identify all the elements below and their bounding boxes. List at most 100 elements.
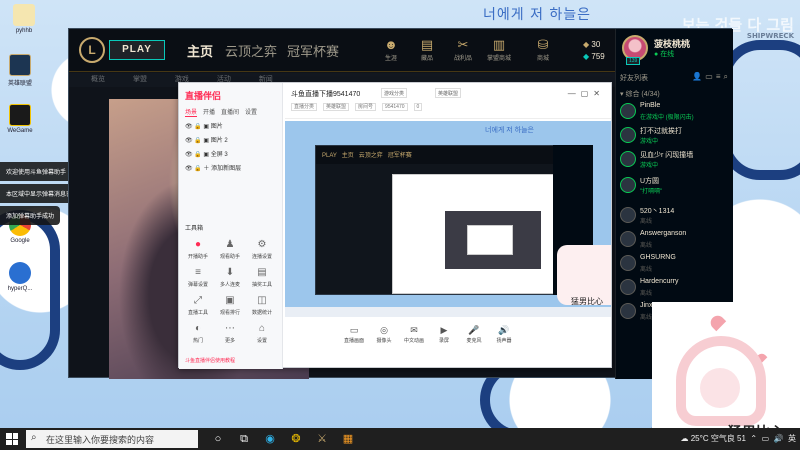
- friend-row[interactable]: U方圆 "打嗝嗝": [620, 175, 732, 198]
- viewer-icon: ♟: [225, 239, 235, 250]
- tool-button[interactable]: ◫ 数据统计: [247, 295, 277, 316]
- summoner-status[interactable]: ● 在线: [654, 49, 674, 59]
- subnav-item[interactable]: 概览: [91, 76, 105, 83]
- hot-icon: ◐: [194, 323, 202, 334]
- meta-item: 房间号: [355, 103, 377, 111]
- document-icon: ▤: [257, 267, 267, 278]
- collection-icon: ▤: [420, 37, 434, 52]
- friend-name: 见血少r 闪现撞墙: [640, 152, 694, 159]
- client-top-nav: L PLAY 主页 云顶之弈 冠军杯赛 ☻ 生涯 ▤ 藏品 ✂ 战利品 ▥ 掌盟商城 ⛁…: [69, 29, 615, 72]
- weather-icon[interactable]: ☁: [681, 434, 691, 443]
- friend-status: 离线: [640, 219, 653, 225]
- profile-button[interactable]: ☻ 生涯: [373, 37, 409, 62]
- add-friend-icon[interactable]: 👤: [692, 72, 705, 81]
- tool-button[interactable]: ♟ 观看助手: [215, 239, 245, 260]
- tool-button[interactable]: ⋯ 更多: [215, 323, 245, 344]
- tab-home[interactable]: 主页: [187, 41, 213, 60]
- maximize-icon[interactable]: ▢: [581, 89, 594, 98]
- play-button[interactable]: PLAY: [109, 40, 165, 60]
- tab-live[interactable]: 开播: [203, 110, 215, 116]
- scene-item[interactable]: 👁 🔒 ▣ 图片: [185, 121, 223, 130]
- edge-icon[interactable]: ◉: [262, 431, 278, 447]
- lol-logo[interactable]: L: [79, 37, 105, 63]
- stream-title[interactable]: 斗鱼直播下播9541470: [291, 89, 360, 99]
- ime-indicator[interactable]: 英: [788, 434, 796, 443]
- animation-button[interactable]: ✉ 中文动画: [401, 325, 427, 344]
- tool-button[interactable]: ◐ 热门: [183, 323, 213, 344]
- tab-room[interactable]: 直播间: [221, 110, 239, 116]
- friend-status: 离线: [640, 267, 653, 273]
- camera-button[interactable]: ◎ 摄像头: [371, 325, 397, 344]
- tool-label: 更多: [224, 338, 235, 344]
- tool-button[interactable]: ≡ 弹幕设置: [183, 267, 213, 288]
- friend-row[interactable]: PinBle 在游戏中 (极限闪击): [620, 101, 732, 124]
- tool-label: 直播工具: [187, 310, 208, 316]
- summoner-level: 139: [626, 57, 641, 65]
- record-button[interactable]: ▶ 录屏: [431, 325, 457, 344]
- streaming-taskbar-icon[interactable]: ▦: [340, 431, 356, 447]
- friend-row[interactable]: GHSURNG 离线: [620, 253, 732, 276]
- desktop-icon-wegame[interactable]: WeGame: [2, 104, 38, 134]
- taskbar-search-input[interactable]: ⌕ 在这里输入你要搜索的内容: [26, 430, 198, 448]
- tool-label: 观看助手: [219, 254, 240, 260]
- tool-button[interactable]: ▤ 抽奖工具: [247, 267, 277, 288]
- subnav-item[interactable]: 掌盟: [133, 76, 147, 83]
- wegame-taskbar-icon[interactable]: ❂: [288, 431, 304, 447]
- desktop-icon-hyper[interactable]: hyperQ...: [2, 262, 38, 292]
- avatar: [620, 103, 636, 119]
- store-button[interactable]: ▥ 掌盟商城: [481, 37, 517, 62]
- windows-start-icon[interactable]: [6, 433, 18, 445]
- friends-group-header[interactable]: ▾ 综合 (4/34): [620, 89, 660, 99]
- scene-item[interactable]: 👁 🔒 ▣ 全屏 3: [185, 149, 228, 158]
- nav-icon-label: 商城: [536, 56, 549, 62]
- tab-tft[interactable]: 云顶之弈: [225, 41, 277, 60]
- add-layer-button[interactable]: 👁 🔒 ＋ 添加新图层: [185, 163, 241, 172]
- stream-preview[interactable]: 너에게 저 하늘은 PLAY 主页 云顶之弈 冠军杯赛 猛男比心: [285, 121, 611, 307]
- sort-icon[interactable]: ≡: [716, 72, 724, 81]
- friend-row[interactable]: 520丶1314 离线: [620, 205, 732, 228]
- minimize-icon[interactable]: —: [568, 89, 581, 98]
- cortana-icon[interactable]: ○: [210, 431, 226, 447]
- desktop-icon-lol[interactable]: 英雄联盟: [2, 54, 38, 87]
- friend-status: 在游戏中 (极限闪击): [640, 115, 694, 121]
- friend-row[interactable]: Answerganson 离线: [620, 229, 732, 252]
- weather-text[interactable]: 25°C 空气良 51: [691, 434, 746, 443]
- friend-row[interactable]: 打不过就挨打 游戏中: [620, 125, 732, 148]
- tool-button[interactable]: ⌂ 设置: [247, 323, 277, 344]
- friend-row[interactable]: Hardencurry 离线: [620, 277, 732, 300]
- loot-button[interactable]: ✂ 战利品: [445, 37, 481, 62]
- microphone-button[interactable]: 🎤 麦克风: [461, 325, 487, 344]
- tray-chevron-icon[interactable]: ⌃: [750, 434, 757, 443]
- category-field[interactable]: 游戏分类: [381, 88, 408, 98]
- scene-item[interactable]: 👁 🔒 ▣ 图片 2: [185, 135, 228, 144]
- task-view-icon[interactable]: ⧉: [236, 431, 252, 447]
- speaker-button[interactable]: 🔊 扬声器: [491, 325, 517, 344]
- loot-icon: ✂: [457, 37, 469, 52]
- microphone-icon: 🎤: [468, 325, 480, 335]
- tab-clash[interactable]: 冠军杯赛: [287, 41, 339, 60]
- search-icon[interactable]: ⌕: [724, 72, 731, 81]
- tool-button[interactable]: ▣ 观看排行: [215, 295, 245, 316]
- volume-icon[interactable]: 🔊: [774, 434, 784, 443]
- tab-settings[interactable]: 设置: [245, 110, 257, 116]
- wegame-icon: [9, 104, 31, 126]
- friend-status: 离线: [640, 243, 653, 249]
- action-label: 录屏: [438, 338, 449, 344]
- tool-button[interactable]: ⚙ 连播设置: [247, 239, 277, 260]
- network-icon[interactable]: ▭: [762, 434, 770, 443]
- friend-name: Hardencurry: [640, 278, 679, 285]
- friend-row[interactable]: 见血少r 闪现撞墙 游戏中: [620, 149, 732, 172]
- desktop-icon-pyhhb[interactable]: pyhhb: [6, 4, 42, 34]
- tutorial-link[interactable]: 斗鱼直播伴侣使用教程: [185, 357, 235, 364]
- shop-button[interactable]: ⛁ 商城: [525, 37, 561, 62]
- league-taskbar-icon[interactable]: ⚔: [314, 431, 330, 447]
- close-icon[interactable]: ✕: [593, 89, 605, 98]
- collection-button[interactable]: ▤ 藏品: [409, 37, 445, 62]
- tool-button[interactable]: ⬇ 多人连麦: [215, 267, 245, 288]
- screen-source-button[interactable]: ▭ 直播画面: [341, 325, 367, 344]
- game-field[interactable]: 英雄联盟: [435, 88, 462, 98]
- folder-icon[interactable]: ▭: [705, 72, 716, 81]
- tool-button[interactable]: ⤢ 直播工具: [183, 295, 213, 316]
- tool-button[interactable]: ● 开播助手: [183, 239, 213, 260]
- tab-scene[interactable]: 场景: [185, 110, 198, 117]
